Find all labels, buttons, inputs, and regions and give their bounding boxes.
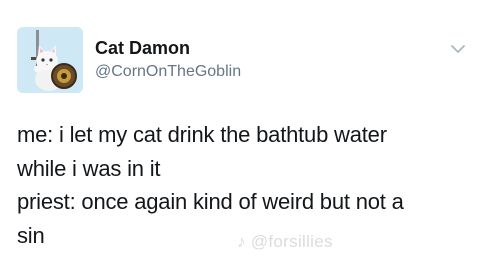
- tiktok-icon: ♪: [237, 232, 246, 251]
- author-display-name[interactable]: Cat Damon: [95, 38, 190, 59]
- watermark-text: @forsillies: [250, 232, 333, 251]
- cat-knight-avatar-icon: [17, 27, 83, 93]
- tweet-text-line: me: i let my cat drink the bathtub water: [17, 122, 387, 147]
- tweet-card: Cat Damon @CornOnTheGoblin me: i let my …: [0, 0, 480, 264]
- tweet-text-line: while i was in it: [17, 155, 161, 181]
- author-handle[interactable]: @CornOnTheGoblin: [95, 63, 241, 81]
- watermark: ♪ @forsillies: [237, 232, 333, 252]
- avatar[interactable]: [17, 27, 83, 93]
- chevron-down-icon[interactable]: [449, 42, 467, 56]
- tweet-text-line: priest: once again kind of weird but not…: [17, 189, 404, 214]
